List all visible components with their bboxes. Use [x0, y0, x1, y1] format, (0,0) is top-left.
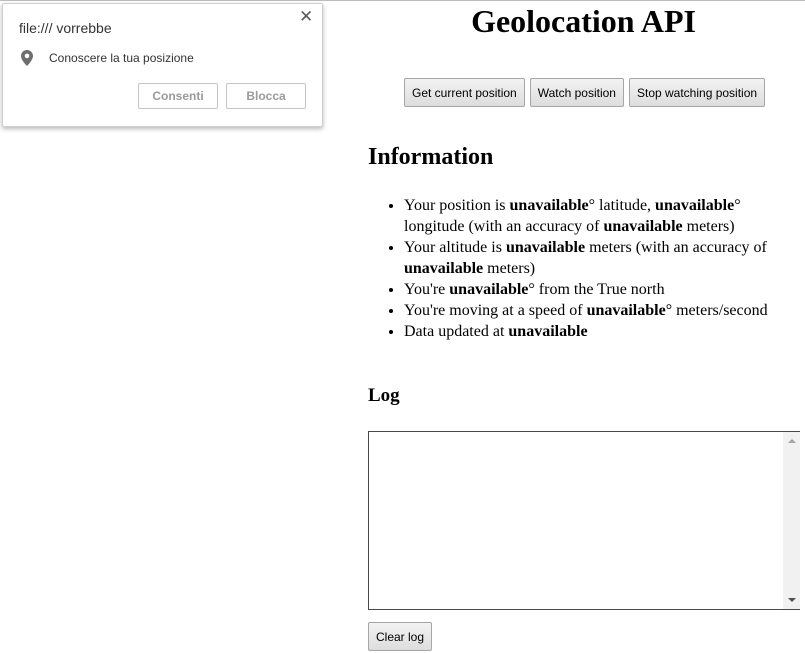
- scroll-down-arrow-icon[interactable]: [783, 593, 800, 607]
- speed-text: ° meters/second: [665, 302, 768, 319]
- location-pin-icon: [21, 50, 33, 66]
- stop-watching-position-button[interactable]: Stop watching position: [628, 78, 766, 107]
- timestamp-value: unavailable: [508, 323, 588, 340]
- information-list: Your position is unavailable° latitude, …: [368, 195, 800, 342]
- altitude-text: meters (with an accuracy of: [585, 239, 767, 256]
- get-current-position-button[interactable]: Get current position: [404, 78, 525, 107]
- close-icon[interactable]: ✕: [299, 8, 313, 25]
- clear-log-button[interactable]: Clear log: [368, 622, 433, 651]
- permission-request-row: Conoscere la tua posizione: [21, 49, 194, 67]
- watch-position-button[interactable]: Watch position: [529, 78, 624, 107]
- permission-request-label: Conoscere la tua posizione: [49, 51, 194, 65]
- longitude-value: unavailable: [655, 197, 735, 214]
- log-scrollbar[interactable]: [783, 432, 800, 609]
- block-button[interactable]: Blocca: [226, 83, 306, 109]
- geolocation-controls: Get current position Watch position Stop…: [404, 78, 766, 107]
- allow-button[interactable]: Consenti: [138, 83, 218, 109]
- log-textarea[interactable]: [368, 431, 800, 610]
- altitude-text: meters): [483, 260, 536, 277]
- altitude-accuracy-value: unavailable: [404, 260, 484, 277]
- speed-text: You're moving at a speed of: [404, 302, 587, 319]
- position-accuracy-value: unavailable: [603, 218, 683, 235]
- heading-value: unavailable: [449, 281, 529, 298]
- scroll-up-arrow-icon[interactable]: [783, 434, 800, 448]
- log-heading: Log: [368, 385, 400, 406]
- timestamp-info-item: Data updated at unavailable: [404, 321, 800, 342]
- altitude-value: unavailable: [505, 239, 586, 256]
- page-title: Geolocation API: [471, 3, 696, 39]
- position-text: meters): [682, 218, 735, 235]
- position-text: ° latitude,: [588, 197, 656, 214]
- altitude-text: Your altitude is: [404, 239, 506, 256]
- speed-value: unavailable: [586, 302, 666, 319]
- permission-origin-title: file:/// vorrebbe: [19, 20, 112, 36]
- information-heading: Information: [368, 144, 494, 170]
- heading-text: ° from the True north: [528, 281, 665, 298]
- geolocation-permission-popup: file:/// vorrebbe ✕ Conoscere la tua pos…: [2, 3, 323, 127]
- position-info-item: Your position is unavailable° latitude, …: [404, 195, 800, 237]
- altitude-info-item: Your altitude is unavailable meters (wit…: [404, 237, 800, 279]
- heading-text: You're: [404, 281, 450, 298]
- speed-info-item: You're moving at a speed of unavailable°…: [404, 300, 800, 321]
- position-text: Your position is: [404, 197, 510, 214]
- latitude-value: unavailable: [509, 197, 589, 214]
- heading-info-item: You're unavailable° from the True north: [404, 279, 800, 300]
- timestamp-text: Data updated at: [404, 323, 509, 340]
